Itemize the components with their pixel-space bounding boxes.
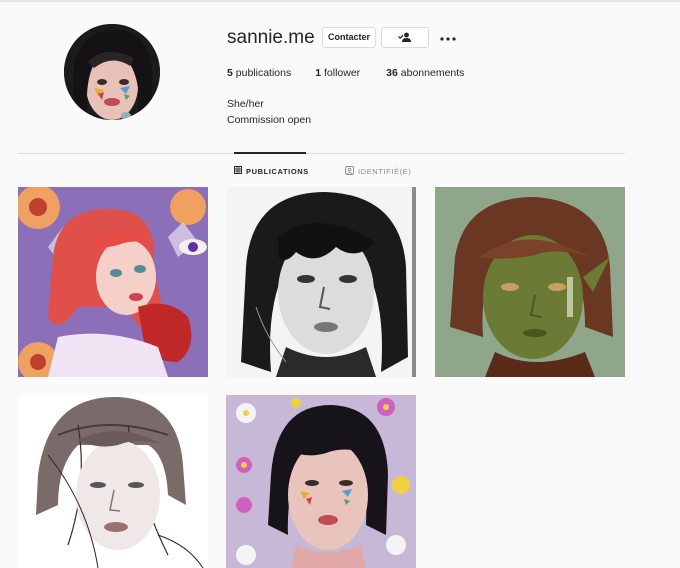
tab-publications-label: PUBLICATIONS [246,166,309,176]
posts-label: publications [235,67,292,79]
following-count: 36 [386,67,398,79]
tag-icon [345,166,354,177]
contact-button[interactable]: Contacter [322,27,376,48]
followers-stat[interactable]: 1 follower [315,67,360,79]
tab-tagged[interactable]: IDENTIFIÉ(E) [345,166,411,177]
bio-status: Commission open [227,114,312,126]
post-thumbnail[interactable] [18,187,208,377]
posts-count: 5 [227,67,233,79]
follow-status-button[interactable] [381,27,429,48]
tab-tagged-label: IDENTIFIÉ(E) [358,167,412,176]
active-tab-indicator [234,152,306,154]
profile-avatar[interactable] [64,24,160,120]
profile-stats: 5 publications 1 follower 36 abonnements [227,67,488,79]
tabs-divider [18,153,625,154]
posts-stat: 5 publications [227,67,291,79]
more-dots-icon [440,28,456,46]
post-thumbnail[interactable] [226,395,416,568]
profile-username: sannie.me [227,27,315,48]
profile-bio: She/her Commission open [227,96,311,128]
grid-icon [234,166,242,176]
followers-count: 1 [315,67,322,79]
more-options-button[interactable] [439,27,457,46]
followers-label: follower [323,67,361,79]
post-thumbnail[interactable] [226,187,416,377]
tab-publications[interactable]: PUBLICATIONS [234,166,309,176]
person-check-icon [398,29,412,47]
following-label: abonnements [400,67,465,79]
bio-pronouns: She/her [227,98,264,110]
following-stat[interactable]: 36 abonnements [386,67,464,79]
post-thumbnail[interactable] [18,395,208,568]
top-border [0,0,680,2]
post-thumbnail[interactable] [435,187,625,377]
